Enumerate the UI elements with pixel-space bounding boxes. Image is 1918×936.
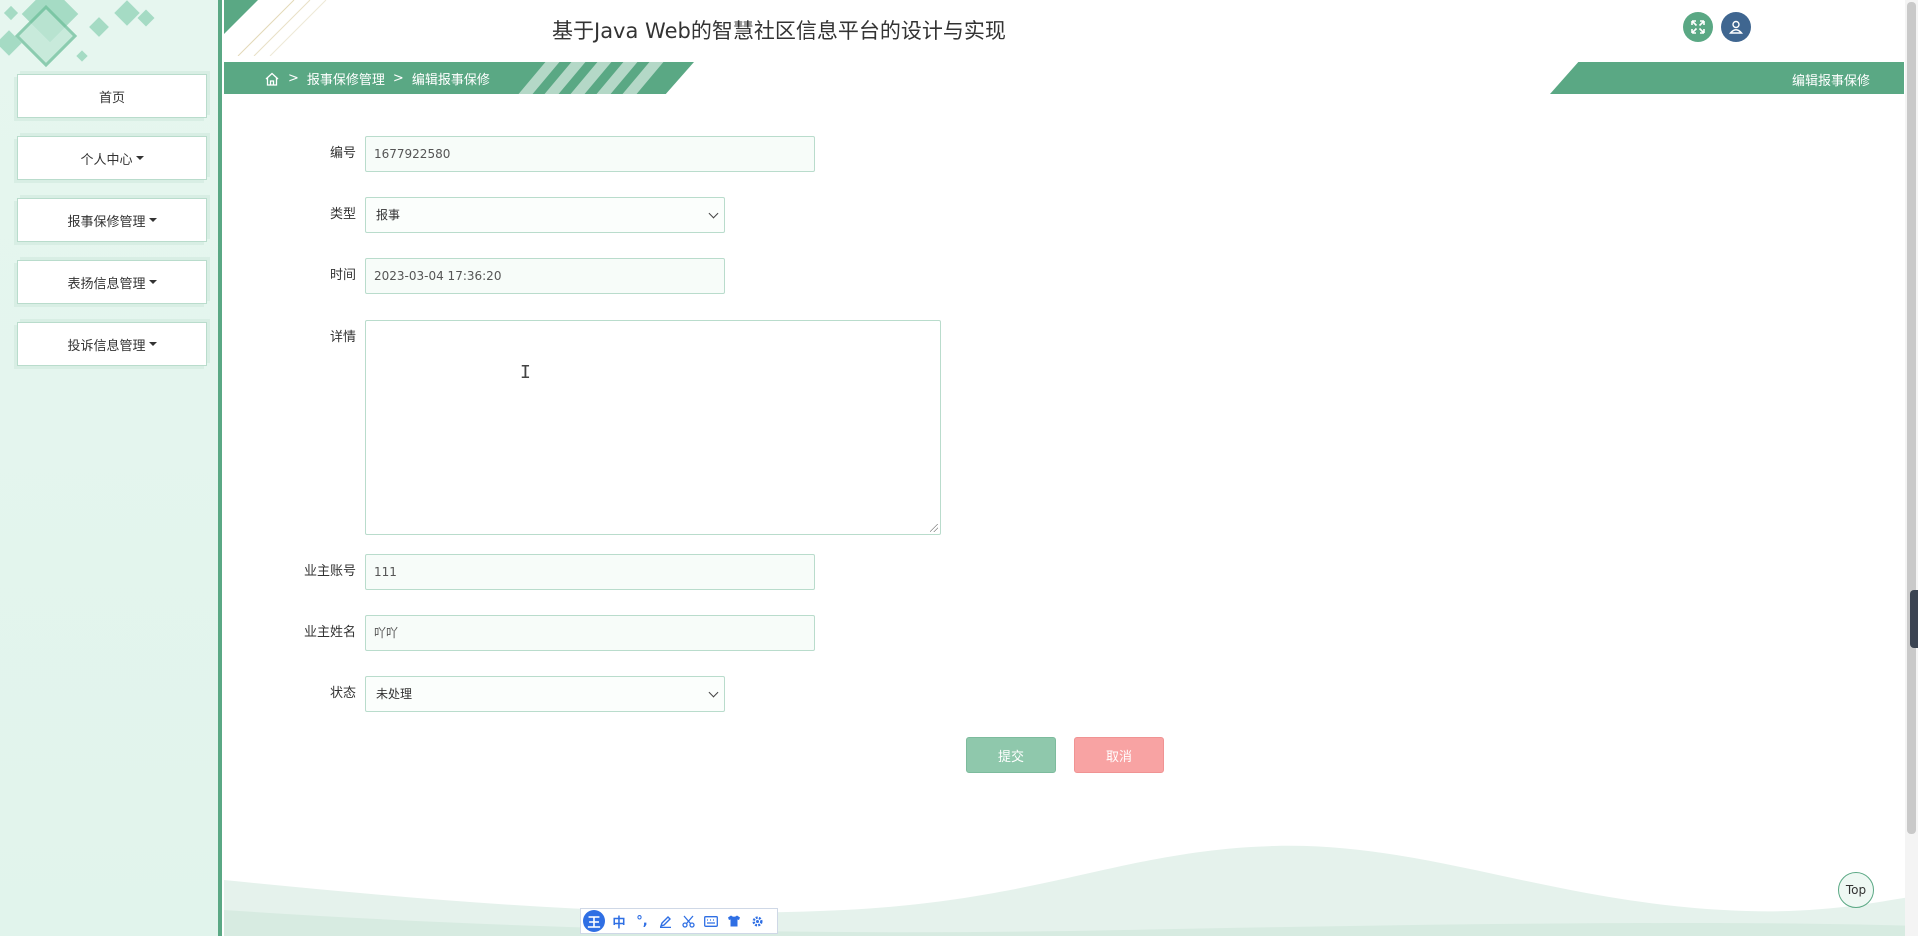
breadcrumb: > 报事保修管理 > 编辑报事保修	[264, 69, 490, 88]
side-panel-handle[interactable]	[1910, 590, 1918, 648]
header-stripes-decoration	[224, 0, 327, 56]
type-select[interactable]: 报事	[365, 197, 725, 233]
resize-grip-icon[interactable]	[930, 524, 938, 532]
sidebar: 首页 个人中心 报事保修管理 表扬信息管理 投诉信息管理	[0, 0, 222, 936]
form-row-type: 类型 报事	[250, 197, 725, 233]
owner-account-field[interactable]: 111	[365, 554, 815, 590]
number-field[interactable]: 1677922580	[365, 136, 815, 172]
sidebar-item-label: 首页	[98, 90, 125, 106]
submit-button[interactable]: 提交	[966, 737, 1056, 773]
user-icon	[1729, 20, 1743, 34]
keyboard-icon[interactable]	[702, 912, 720, 930]
bottom-wave-decoration	[224, 845, 1918, 936]
field-label: 详情	[329, 330, 356, 345]
ime-logo[interactable]: 王	[583, 910, 605, 932]
ime-toolbar: 王 中 °,	[580, 908, 778, 934]
sidebar-item-label: 个人中心	[80, 152, 133, 168]
user-menu-button[interactable]	[1721, 12, 1751, 42]
form-row-number: 编号 1677922580	[250, 136, 815, 172]
field-label: 业主姓名	[303, 625, 356, 640]
field-label: 编号	[329, 146, 356, 161]
sidebar-item-complaint-management[interactable]: 投诉信息管理	[17, 322, 207, 366]
sidebar-item-repair-management[interactable]: 报事保修管理	[17, 198, 207, 242]
header: 基于Java Web的智慧社区信息平台的设计与实现	[224, 0, 1918, 56]
caret-down-icon	[148, 342, 157, 346]
sidebar-decoration	[0, 0, 222, 75]
form-row-owner-name: 业主姓名 吖吖	[250, 615, 815, 651]
field-label: 状态	[329, 686, 356, 701]
shirt-icon[interactable]	[725, 912, 743, 930]
caret-down-icon	[148, 218, 157, 222]
page-tag: 编辑报事保修	[1550, 62, 1904, 94]
caret-down-icon	[148, 280, 157, 284]
cancel-button[interactable]: 取消	[1074, 737, 1164, 773]
chevron-down-icon	[708, 687, 719, 698]
scrollbar-thumb[interactable]	[1907, 2, 1916, 834]
field-label: 类型	[329, 207, 356, 222]
chevron-down-icon	[708, 208, 719, 219]
field-label: 业主账号	[303, 564, 356, 579]
sidebar-item-label: 表扬信息管理	[67, 276, 146, 292]
breadcrumb-separator: >	[392, 71, 404, 86]
owner-name-field[interactable]: 吖吖	[365, 615, 815, 651]
ime-punctuation-toggle[interactable]: °,	[633, 912, 651, 930]
form-row-details: 详情	[250, 320, 941, 535]
breadcrumb-item-edit-repair: 编辑报事保修	[411, 73, 490, 88]
pen-icon[interactable]	[656, 912, 674, 930]
sidebar-item-praise-management[interactable]: 表扬信息管理	[17, 260, 207, 304]
form-row-status: 状态 未处理	[250, 676, 725, 712]
sidebar-item-personal-center[interactable]: 个人中心	[17, 136, 207, 180]
sidebar-item-home[interactable]: 首页	[17, 74, 207, 118]
breadcrumb-separator: >	[288, 71, 299, 86]
back-to-top-button[interactable]: Top	[1838, 872, 1874, 908]
type-select-value: 报事	[376, 208, 401, 222]
fullscreen-icon	[1691, 20, 1705, 34]
field-label: 时间	[329, 268, 356, 283]
page-tag-label: 编辑报事保修	[1791, 74, 1870, 89]
status-select[interactable]: 未处理	[365, 676, 725, 712]
gear-icon[interactable]	[748, 912, 766, 930]
home-icon[interactable]	[264, 72, 280, 86]
details-textarea[interactable]	[365, 320, 941, 535]
sidebar-item-label: 投诉信息管理	[67, 338, 146, 354]
fullscreen-button[interactable]	[1683, 12, 1713, 42]
ime-mode-toggle[interactable]: 中	[610, 912, 628, 931]
caret-down-icon	[135, 156, 144, 160]
breadcrumb-item-repair-management[interactable]: 报事保修管理	[307, 69, 385, 88]
form-row-time: 时间 2023-03-04 17:36:20	[250, 258, 725, 294]
sidebar-item-label: 报事保修管理	[67, 214, 146, 230]
status-select-value: 未处理	[376, 687, 413, 701]
text-cursor-icon: I	[520, 362, 531, 383]
page-title: 基于Java Web的智慧社区信息平台的设计与实现	[552, 19, 1006, 43]
scissors-icon[interactable]	[679, 912, 697, 930]
time-field[interactable]: 2023-03-04 17:36:20	[365, 258, 725, 294]
page-scrollbar[interactable]	[1905, 0, 1918, 936]
form-row-owner-account: 业主账号 111	[250, 554, 815, 590]
